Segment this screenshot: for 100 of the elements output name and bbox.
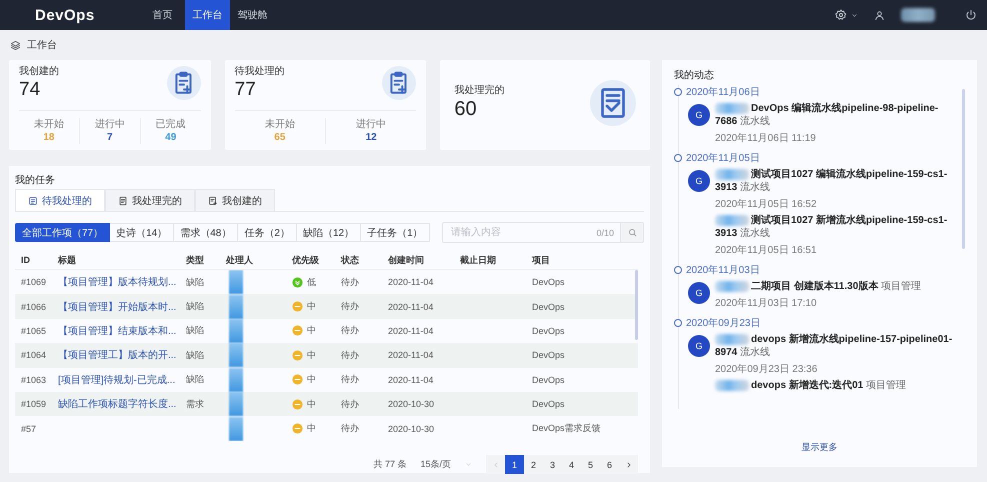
page-size-text: 15条/页 bbox=[420, 458, 451, 471]
document-icon bbox=[118, 196, 128, 206]
stat-label: 未开始 bbox=[32, 118, 65, 130]
table-cell-text: 2020-11-04 bbox=[388, 277, 434, 288]
priority-label: 中 bbox=[307, 348, 316, 362]
table-cell-text: DevOps需求反馈 bbox=[532, 422, 602, 436]
table-cell-text: 缺陷 bbox=[186, 300, 205, 314]
filter-button[interactable]: 全部工作项（77） bbox=[15, 223, 110, 242]
redacted-name bbox=[715, 168, 749, 180]
filter-button[interactable]: 需求（48） bbox=[174, 223, 238, 242]
layers-icon bbox=[10, 40, 21, 50]
card-value: 77 bbox=[234, 78, 257, 102]
timeline-date: 2020年09月23日 bbox=[686, 317, 760, 330]
show-more-link[interactable]: 显示更多 bbox=[802, 441, 838, 454]
table-cell-text: #1065 bbox=[21, 326, 48, 336]
stat-value: 49 bbox=[164, 130, 178, 144]
table-cell-text: 待办 bbox=[341, 422, 360, 436]
table-cell-text: DevOps bbox=[532, 350, 566, 360]
scrollbar[interactable] bbox=[635, 270, 638, 340]
table-cell-text: 待办 bbox=[341, 324, 360, 338]
user-button[interactable] bbox=[874, 10, 885, 20]
table-cell-text: DevOps bbox=[532, 374, 566, 385]
column-header: 标题 bbox=[58, 254, 77, 266]
avatar: G bbox=[688, 282, 710, 304]
scrollbar[interactable] bbox=[962, 89, 965, 249]
stat-label: 已完成 bbox=[154, 118, 187, 130]
activity-text: devops 新增流水线pipeline-157-pipeline01-8974 流水线 bbox=[715, 333, 954, 359]
card-title: 我创建的 bbox=[19, 66, 59, 78]
column-header: ID bbox=[21, 255, 31, 265]
timeline-dot bbox=[674, 154, 682, 162]
stat-value: 7 bbox=[106, 130, 114, 144]
breadcrumb-text: 工作台 bbox=[27, 38, 57, 52]
card-title: 我处理完的 bbox=[454, 85, 504, 97]
page-size-select[interactable]: 15条/页 bbox=[420, 458, 472, 471]
column-header: 状态 bbox=[341, 254, 360, 266]
table-cell-text: 缺陷 bbox=[186, 276, 205, 289]
table-cell-text: 需求 bbox=[186, 398, 205, 411]
nav-tab[interactable]: 驾驶舱 bbox=[230, 0, 275, 30]
search-button[interactable] bbox=[620, 223, 643, 242]
page-button[interactable]: 3 bbox=[543, 455, 562, 474]
task-link[interactable]: 【项目管理】结束版本和... bbox=[58, 324, 176, 338]
table-cell-text: 待办 bbox=[341, 348, 360, 362]
activity-time: 2020年11月05日 16:52 bbox=[715, 199, 818, 211]
table-cell-text: #1063 bbox=[21, 374, 48, 385]
table-cell-text: 缺陷 bbox=[186, 348, 205, 362]
tab[interactable]: 我创建的 bbox=[195, 189, 275, 211]
timeline-dot bbox=[674, 266, 682, 274]
table-cell-text: 缺陷 bbox=[186, 373, 205, 386]
page-button[interactable]: 4 bbox=[562, 455, 581, 474]
table-cell-text: 待办 bbox=[341, 398, 360, 411]
priority-label: 中 bbox=[307, 373, 316, 386]
stat-value: 12 bbox=[364, 130, 378, 144]
column-header: 优先级 bbox=[292, 254, 320, 266]
settings-icon bbox=[835, 9, 847, 21]
table-cell-text: #1064 bbox=[21, 350, 48, 360]
activity-text: DevOps 编辑流水线pipeline-98-pipeline-7686 流水线 bbox=[715, 102, 940, 128]
filter-button[interactable]: 子任务（1） bbox=[361, 223, 430, 242]
table-cell-text: DevOps bbox=[532, 277, 566, 288]
tab[interactable]: 待我处理的 bbox=[15, 189, 105, 211]
redacted-name bbox=[229, 416, 243, 441]
nav-tab[interactable]: 首页 bbox=[140, 0, 185, 30]
page-button[interactable]: 1 bbox=[505, 455, 524, 474]
activity-text: 二期项目 创建版本11.30版本 项目管理 bbox=[715, 280, 955, 293]
table-cell-text: 2020-11-04 bbox=[388, 326, 434, 336]
redacted-name bbox=[229, 392, 243, 416]
task-link[interactable]: [项目管理]待规划-已完成... bbox=[58, 372, 176, 387]
avatar: G bbox=[688, 335, 710, 357]
table-cell-text: 2020-10-30 bbox=[388, 424, 436, 434]
settings-button[interactable] bbox=[835, 9, 858, 21]
page-button[interactable]: 5 bbox=[581, 455, 600, 474]
filter-button[interactable]: 缺陷（12） bbox=[296, 223, 362, 242]
redacted-name bbox=[229, 318, 243, 343]
avatar: G bbox=[688, 170, 710, 192]
table-cell-text: 待办 bbox=[341, 300, 360, 314]
column-header: 处理人 bbox=[226, 254, 254, 266]
task-link[interactable]: 【项目管理工】版本的开... bbox=[58, 348, 176, 362]
task-link[interactable]: 【项目管理】版本待规划... bbox=[58, 275, 176, 290]
page-button[interactable]: 2 bbox=[524, 455, 543, 474]
nav-tab[interactable]: 工作台 bbox=[185, 0, 230, 30]
redacted-name bbox=[229, 294, 243, 319]
redacted-name bbox=[715, 102, 749, 114]
filter-button[interactable]: 史诗（14） bbox=[110, 223, 174, 242]
power-button[interactable] bbox=[965, 9, 977, 21]
column-header: 类型 bbox=[186, 254, 205, 266]
redacted-name bbox=[229, 368, 243, 392]
column-header: 项目 bbox=[532, 254, 551, 266]
redacted-name bbox=[715, 334, 749, 345]
panel-title: 我的任务 bbox=[15, 175, 56, 187]
priority-label: 低 bbox=[307, 276, 316, 289]
column-header: 截止日期 bbox=[460, 254, 497, 266]
tab[interactable]: 我处理完的 bbox=[105, 189, 195, 211]
avatar: G bbox=[688, 104, 710, 126]
task-link[interactable]: 缺陷工作项标题字符长度... bbox=[58, 397, 176, 412]
filter-button[interactable]: 任务（2） bbox=[238, 223, 297, 242]
activity-text: devops 新增迭代:迭代01 项目管理 bbox=[715, 379, 955, 392]
page-button[interactable]: 6 bbox=[600, 455, 619, 474]
table-cell-text: #1066 bbox=[21, 302, 48, 312]
timeline-dot bbox=[674, 88, 682, 96]
redacted-name bbox=[715, 214, 749, 226]
task-link[interactable]: 【项目管理】开始版本时... bbox=[58, 300, 176, 314]
